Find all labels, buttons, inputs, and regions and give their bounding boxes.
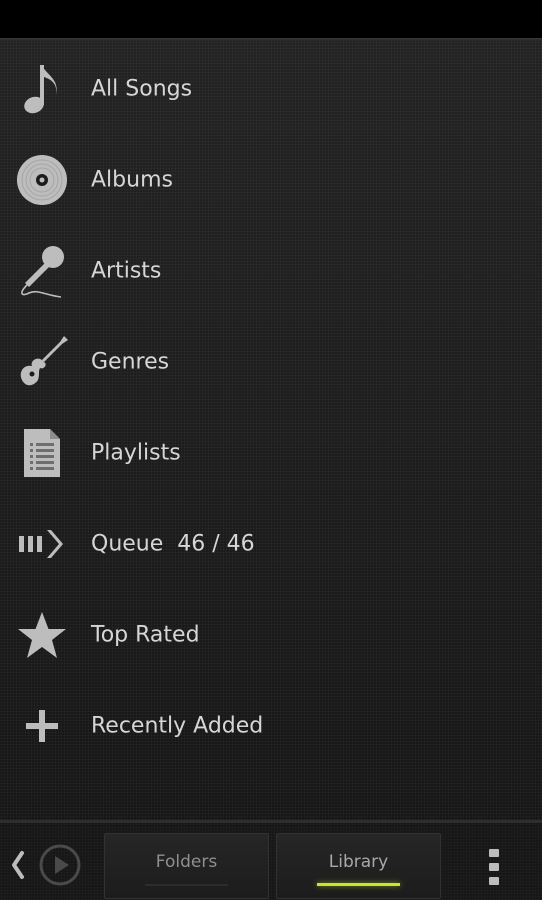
star-icon: [12, 605, 72, 665]
menu-item-all-songs[interactable]: All Songs: [0, 43, 542, 134]
tab-folders[interactable]: Folders: [104, 833, 269, 899]
menu-item-label: Playlists: [91, 440, 181, 465]
bottom-bar: Folders Library: [0, 820, 542, 900]
menu-item-recently-added[interactable]: Recently Added: [0, 680, 542, 771]
menu-item-queue[interactable]: Queue 46 / 46: [0, 498, 542, 589]
menu-item-label: All Songs: [91, 76, 193, 101]
plus-icon: [12, 696, 72, 756]
menu-item-label: Artists: [91, 258, 162, 283]
menu-item-genres[interactable]: Genres: [0, 316, 542, 407]
menu-item-label: Recently Added: [91, 713, 264, 738]
tab-indicator: [145, 884, 228, 886]
menu-item-artists[interactable]: Artists: [0, 225, 542, 316]
vinyl-record-icon: [12, 150, 72, 210]
overflow-menu-icon[interactable]: [484, 849, 504, 887]
menu-item-label: Queue 46 / 46: [91, 531, 255, 556]
tab-library[interactable]: Library: [276, 833, 441, 899]
chevron-left-icon[interactable]: [6, 849, 28, 881]
microphone-icon: [12, 241, 72, 301]
library-menu: All Songs Albums Artists Genres Playlist…: [0, 41, 542, 820]
music-note-icon: [12, 59, 72, 119]
tab-active-indicator: [317, 883, 400, 886]
queue-arrow-icon: [12, 514, 72, 574]
menu-item-label: Top Rated: [91, 622, 200, 647]
menu-item-albums[interactable]: Albums: [0, 134, 542, 225]
menu-item-label: Genres: [91, 349, 170, 374]
document-list-icon: [12, 423, 72, 483]
status-bar: [0, 0, 542, 38]
guitar-icon: [12, 332, 72, 392]
play-button[interactable]: [38, 843, 82, 887]
menu-item-top-rated[interactable]: Top Rated: [0, 589, 542, 680]
tab-label: Folders: [155, 852, 218, 872]
tab-label: Library: [328, 852, 389, 872]
menu-item-playlists[interactable]: Playlists: [0, 407, 542, 498]
menu-item-label: Albums: [91, 167, 173, 192]
